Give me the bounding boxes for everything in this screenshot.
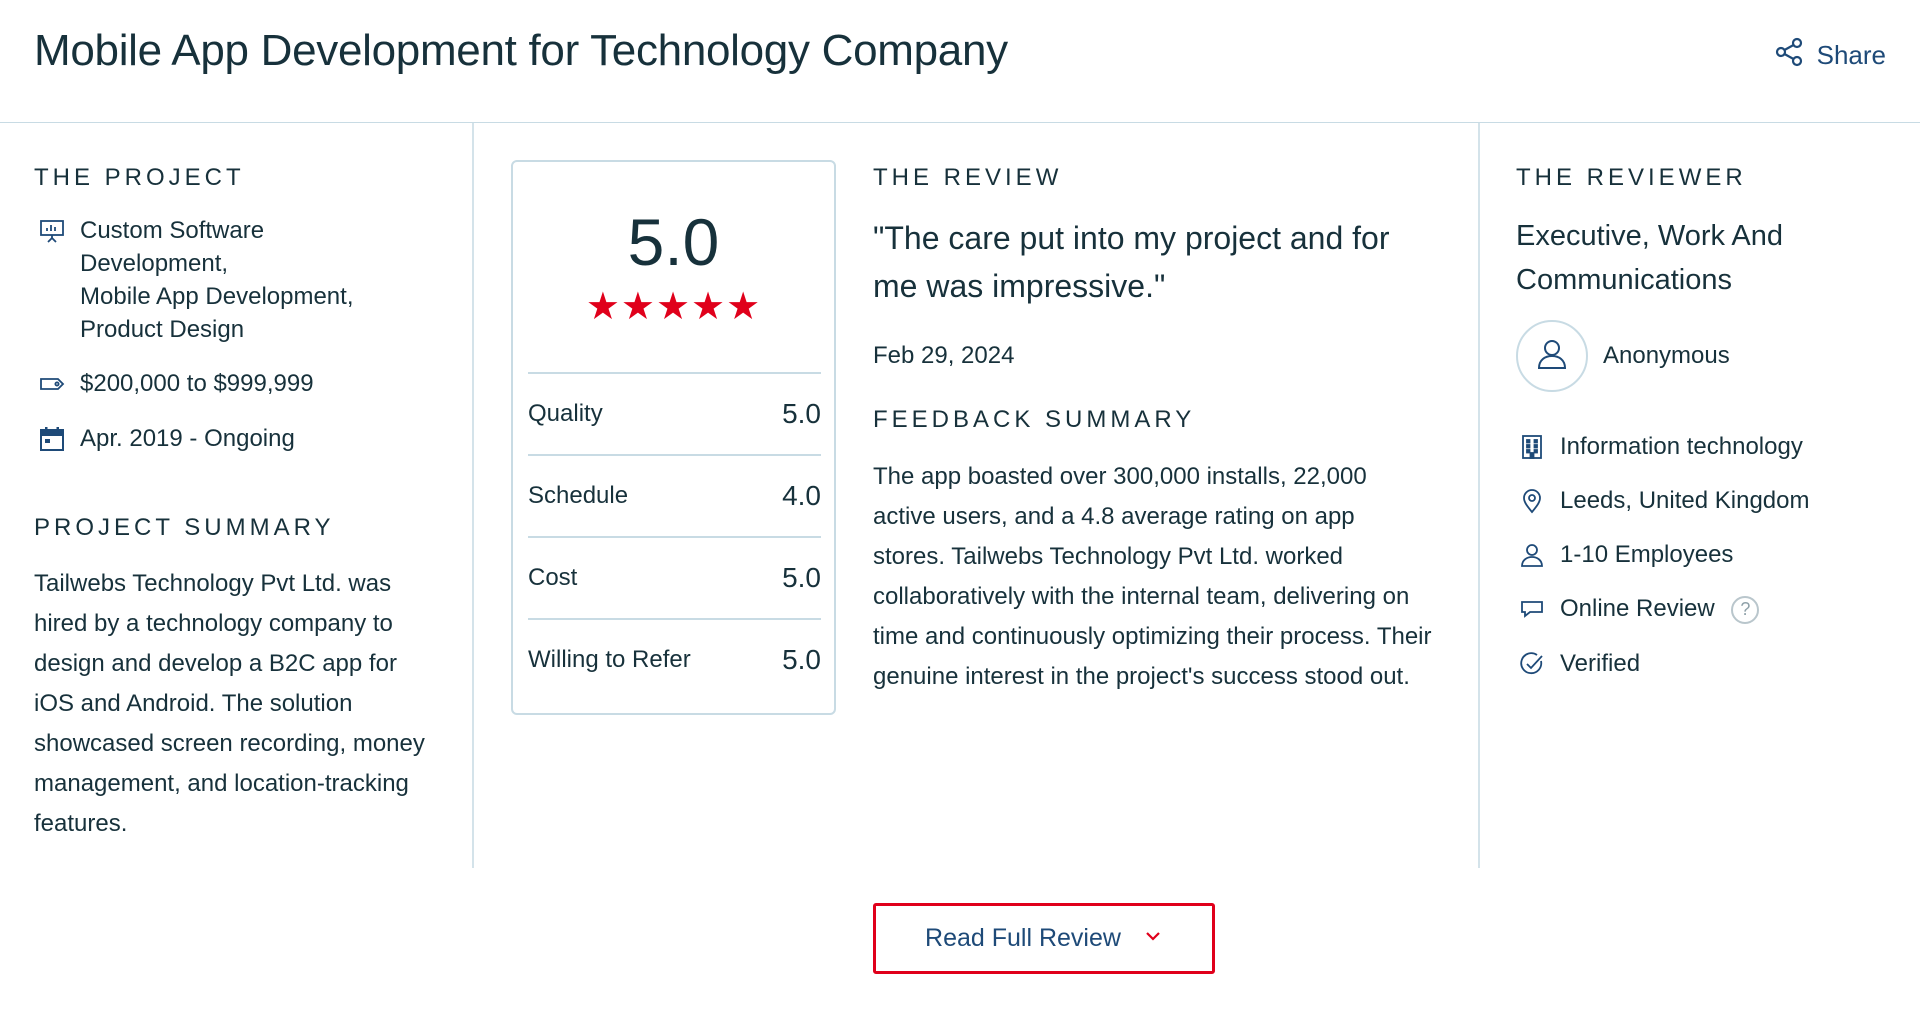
services-row: Custom Software Development, Mobile App … — [38, 214, 354, 346]
share-button[interactable]: Share — [1773, 36, 1886, 75]
star-rating: ★★★★★ — [585, 286, 762, 328]
industry-row: Information technology — [1518, 430, 1803, 463]
review-heading: THE REVIEW — [873, 164, 1063, 191]
company-size-row: 1-10 Employees — [1518, 538, 1733, 571]
read-full-review-label: Read Full Review — [925, 924, 1121, 952]
location-pin-icon — [1518, 484, 1546, 517]
rating-card: 5.0 ★★★★★ Quality 5.0 Schedule 4.0 Cost … — [511, 160, 836, 715]
verified-check-icon — [1518, 647, 1546, 680]
rating-label: Quality — [528, 400, 603, 427]
service-item: Custom Software — [80, 217, 265, 244]
rating-value: 5.0 — [782, 644, 821, 675]
industry-value: Information technology — [1560, 433, 1803, 460]
service-item: Product Design — [80, 316, 245, 343]
share-label: Share — [1816, 40, 1886, 70]
project-summary-text: Tailwebs Technology Pvt Ltd. was hired b… — [34, 570, 425, 837]
review-type-row: Online Review ? — [1518, 592, 1760, 625]
calendar-icon — [38, 422, 66, 455]
avatar — [1516, 320, 1588, 392]
reviewer-title: Executive, Work And Communications — [1516, 220, 1784, 296]
page-title: Mobile App Development for Technology Co… — [34, 26, 1008, 75]
rating-value: 5.0 — [782, 398, 821, 429]
page-header: Mobile App Development for Technology Co… — [0, 0, 1920, 123]
share-icon — [1773, 36, 1805, 75]
service-item: Mobile App Development, — [80, 283, 354, 310]
presentation-icon — [38, 214, 66, 247]
review-date: Feb 29, 2024 — [873, 342, 1015, 369]
rating-value: 5.0 — [782, 562, 821, 593]
budget-value: $200,000 to $999,999 — [80, 370, 314, 397]
column-divider — [1478, 123, 1480, 868]
review-quote: "The care put into my project and for me… — [873, 220, 1390, 304]
reviewer-heading: THE REVIEWER — [1516, 164, 1747, 191]
timeline-row: Apr. 2019 - Ongoing — [38, 422, 295, 455]
service-item: Development, — [80, 250, 229, 277]
budget-row: $200,000 to $999,999 — [38, 367, 314, 400]
project-heading: THE PROJECT — [34, 164, 245, 191]
company-size-value: 1-10 Employees — [1560, 541, 1734, 568]
rating-row-quality: Quality 5.0 — [528, 372, 821, 454]
review-type-value: Online Review — [1560, 595, 1715, 622]
rating-row-willing-to-refer: Willing to Refer 5.0 — [528, 618, 821, 700]
rating-row-cost: Cost 5.0 — [528, 536, 821, 618]
feedback-summary-heading: FEEDBACK SUMMARY — [873, 406, 1196, 433]
overall-rating: 5.0 — [627, 205, 720, 279]
verified-value: Verified — [1560, 650, 1641, 677]
location-row: Leeds, United Kingdom — [1518, 484, 1810, 517]
chat-bubble-icon — [1518, 592, 1546, 625]
reviewer-name: Anonymous — [1603, 342, 1730, 369]
user-icon — [1535, 337, 1569, 376]
project-summary-heading: PROJECT SUMMARY — [34, 514, 335, 541]
chevron-down-icon — [1143, 924, 1163, 953]
location-value: Leeds, United Kingdom — [1560, 487, 1810, 514]
feedback-summary-text: The app boasted over 300,000 installs, 2… — [873, 463, 1432, 690]
timeline-value: Apr. 2019 - Ongoing — [80, 425, 295, 452]
rating-value: 4.0 — [782, 480, 821, 511]
help-icon[interactable]: ? — [1731, 595, 1760, 624]
rating-label: Cost — [528, 564, 578, 591]
person-icon — [1518, 538, 1546, 571]
column-divider — [472, 123, 474, 868]
verified-row: Verified — [1518, 647, 1640, 680]
building-icon — [1518, 430, 1546, 463]
rating-label: Willing to Refer — [528, 646, 691, 673]
price-tag-icon — [38, 367, 66, 400]
rating-row-schedule: Schedule 4.0 — [528, 454, 821, 536]
rating-label: Schedule — [528, 482, 629, 509]
read-full-review-button[interactable]: Read Full Review — [873, 903, 1215, 974]
